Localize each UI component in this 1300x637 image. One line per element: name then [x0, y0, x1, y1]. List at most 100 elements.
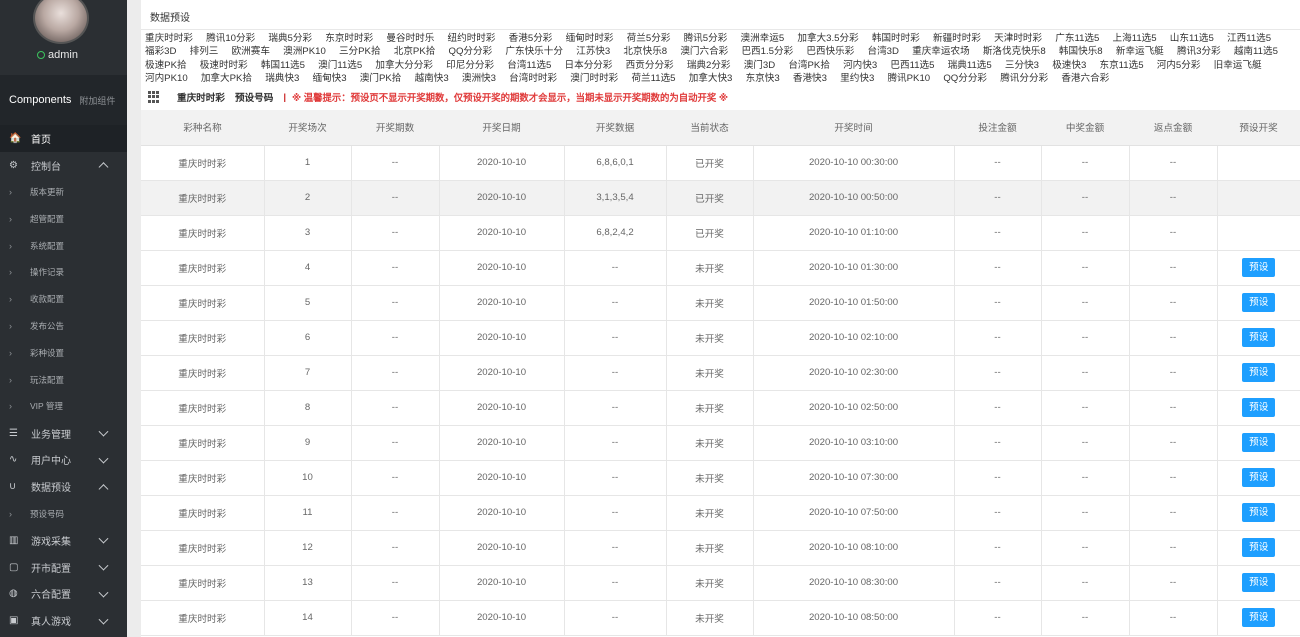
sidebar-item[interactable]: ⚙ 控制台	[0, 152, 127, 179]
lottery-link[interactable]: 斯洛伐克快乐8	[983, 46, 1046, 57]
lottery-link[interactable]: 澳门3D	[744, 60, 775, 71]
lottery-link[interactable]: 荷兰11选5	[631, 73, 675, 84]
sidebar-item[interactable]: ☰ 业务管理	[0, 420, 127, 447]
lottery-link[interactable]: 韩国11选5	[261, 60, 305, 71]
lottery-link[interactable]: 东京时时彩	[325, 33, 373, 44]
sidebar-item[interactable]: 🏠 首页	[0, 125, 127, 152]
sidebar-item[interactable]: › 版本更新	[0, 179, 127, 206]
lottery-link[interactable]: 澳门六合彩	[680, 46, 728, 57]
tab-preset-numbers[interactable]: 预设号码	[235, 90, 273, 104]
sidebar-item[interactable]: › 发布公告	[0, 313, 127, 340]
lottery-link[interactable]: 瑞典快3	[265, 73, 299, 84]
lottery-link[interactable]: 台湾11选5	[507, 60, 551, 71]
lottery-link[interactable]: QQ分分彩	[449, 46, 493, 57]
sidebar-item[interactable]: › 操作记录	[0, 259, 127, 286]
preset-button[interactable]: 预设	[1242, 363, 1276, 382]
lottery-link[interactable]: 香港快3	[793, 73, 827, 84]
lottery-link[interactable]: 荷兰5分彩	[627, 33, 671, 44]
lottery-link[interactable]: 缅甸时时彩	[566, 33, 614, 44]
preset-button[interactable]: 预设	[1242, 293, 1276, 312]
lottery-link[interactable]: 台湾PK拾	[788, 60, 830, 71]
sidebar-item[interactable]: ▣ 真人游戏	[0, 607, 127, 634]
lottery-link[interactable]: 瑞典5分彩	[268, 33, 312, 44]
lottery-link[interactable]: 加拿大快3	[689, 73, 733, 84]
lottery-link[interactable]: 腾讯5分彩	[684, 33, 728, 44]
avatar[interactable]	[33, 0, 89, 44]
lottery-link[interactable]: 河内5分彩	[1157, 60, 1201, 71]
lottery-link[interactable]: 香港六合彩	[1061, 73, 1109, 84]
sidebar-item[interactable]: ∿ 用户中心	[0, 447, 127, 474]
lottery-link[interactable]: 巴西1.5分彩	[741, 46, 793, 57]
lottery-link[interactable]: 韩国快乐8	[1059, 46, 1103, 57]
lottery-link[interactable]: 加拿大分分彩	[375, 60, 433, 71]
lottery-link[interactable]: 日本分分彩	[565, 60, 613, 71]
sidebar-item[interactable]: › 玩法配置	[0, 366, 127, 393]
lottery-link[interactable]: 极速时时彩	[200, 60, 248, 71]
preset-button[interactable]: 预设	[1242, 608, 1276, 627]
lottery-link[interactable]: 澳洲幸运5	[740, 33, 784, 44]
lottery-link[interactable]: 东京快3	[746, 73, 780, 84]
tab-current-lottery[interactable]: 重庆时时彩	[177, 90, 225, 104]
lottery-link[interactable]: 欧洲赛车	[232, 46, 270, 57]
lottery-link[interactable]: 里约快3	[840, 73, 874, 84]
lottery-link[interactable]: 西贡分分彩	[626, 60, 674, 71]
lottery-link[interactable]: 福彩3D	[145, 46, 176, 57]
sidebar-item[interactable]: › VIP 管理	[0, 393, 127, 420]
sidebar-item[interactable]: ∪ 数据预设	[0, 473, 127, 500]
lottery-link[interactable]: 香港5分彩	[509, 33, 553, 44]
lottery-link[interactable]: QQ分分彩	[943, 73, 987, 84]
lottery-link[interactable]: 腾讯PK10	[887, 73, 930, 84]
lottery-link[interactable]: 澳门PK拾	[360, 73, 402, 84]
lottery-link[interactable]: 越南11选5	[1234, 46, 1278, 57]
lottery-link[interactable]: 重庆时时彩	[145, 33, 193, 44]
lottery-link[interactable]: 三分PK拾	[339, 46, 381, 57]
lottery-link[interactable]: 北京快乐8	[623, 46, 667, 57]
lottery-link[interactable]: 江苏快3	[576, 46, 610, 57]
lottery-link[interactable]: 极速PK拾	[145, 60, 187, 71]
lottery-link[interactable]: 缅甸快3	[313, 73, 347, 84]
lottery-link[interactable]: 腾讯3分彩	[1177, 46, 1221, 57]
sidebar-item[interactable]: › 超管配置	[0, 205, 127, 232]
lottery-link[interactable]: 腾讯10分彩	[206, 33, 255, 44]
preset-button[interactable]: 预设	[1242, 433, 1276, 452]
lottery-link[interactable]: 河内快3	[843, 60, 877, 71]
lottery-link[interactable]: 三分快3	[1005, 60, 1039, 71]
grid-menu-icon[interactable]	[148, 91, 160, 103]
sidebar-item[interactable]: › 系统配置	[0, 232, 127, 259]
lottery-link[interactable]: 新幸运飞艇	[1116, 46, 1164, 57]
lottery-link[interactable]: 澳洲PK10	[283, 46, 326, 57]
preset-button[interactable]: 预设	[1242, 468, 1276, 487]
sidebar-item[interactable]: › 彩种设置	[0, 339, 127, 366]
lottery-link[interactable]: 腾讯分分彩	[1000, 73, 1048, 84]
lottery-link[interactable]: 新疆时时彩	[933, 33, 981, 44]
lottery-link[interactable]: 上海11选5	[1113, 33, 1157, 44]
lottery-link[interactable]: 广东11选5	[1055, 33, 1099, 44]
sidebar-item[interactable]: › 收款配置	[0, 286, 127, 313]
lottery-link[interactable]: 印尼分分彩	[446, 60, 494, 71]
lottery-link[interactable]: 台湾时时彩	[509, 73, 557, 84]
preset-button[interactable]: 预设	[1242, 503, 1276, 522]
lottery-link[interactable]: 瑞典11选5	[948, 60, 992, 71]
lottery-link[interactable]: 越南快3	[415, 73, 449, 84]
lottery-link[interactable]: 巴西11选5	[890, 60, 934, 71]
lottery-link[interactable]: 山东11选5	[1170, 33, 1214, 44]
lottery-link[interactable]: 河内PK10	[145, 73, 188, 84]
lottery-link[interactable]: 澳洲快3	[462, 73, 496, 84]
lottery-link[interactable]: 加拿大3.5分彩	[797, 33, 858, 44]
lottery-link[interactable]: 北京PK拾	[394, 46, 436, 57]
lottery-link[interactable]: 韩国时时彩	[872, 33, 920, 44]
preset-button[interactable]: 预设	[1242, 258, 1276, 277]
sidebar-item[interactable]: ▥ 游戏采集	[0, 527, 127, 554]
lottery-link[interactable]: 极速快3	[1052, 60, 1086, 71]
lottery-link[interactable]: 天津时时彩	[994, 33, 1042, 44]
lottery-link[interactable]: 台湾3D	[867, 46, 898, 57]
lottery-link[interactable]: 排列三	[190, 46, 219, 57]
preset-button[interactable]: 预设	[1242, 538, 1276, 557]
sidebar-item[interactable]: › 预设号码	[0, 500, 127, 527]
lottery-link[interactable]: 澳门时时彩	[570, 73, 618, 84]
lottery-link[interactable]: 旧幸运飞艇	[1214, 60, 1262, 71]
lottery-link[interactable]: 广东快乐十分	[505, 46, 563, 57]
lottery-link[interactable]: 重庆幸运农场	[912, 46, 970, 57]
preset-button[interactable]: 预设	[1242, 328, 1276, 347]
preset-button[interactable]: 预设	[1242, 398, 1276, 417]
